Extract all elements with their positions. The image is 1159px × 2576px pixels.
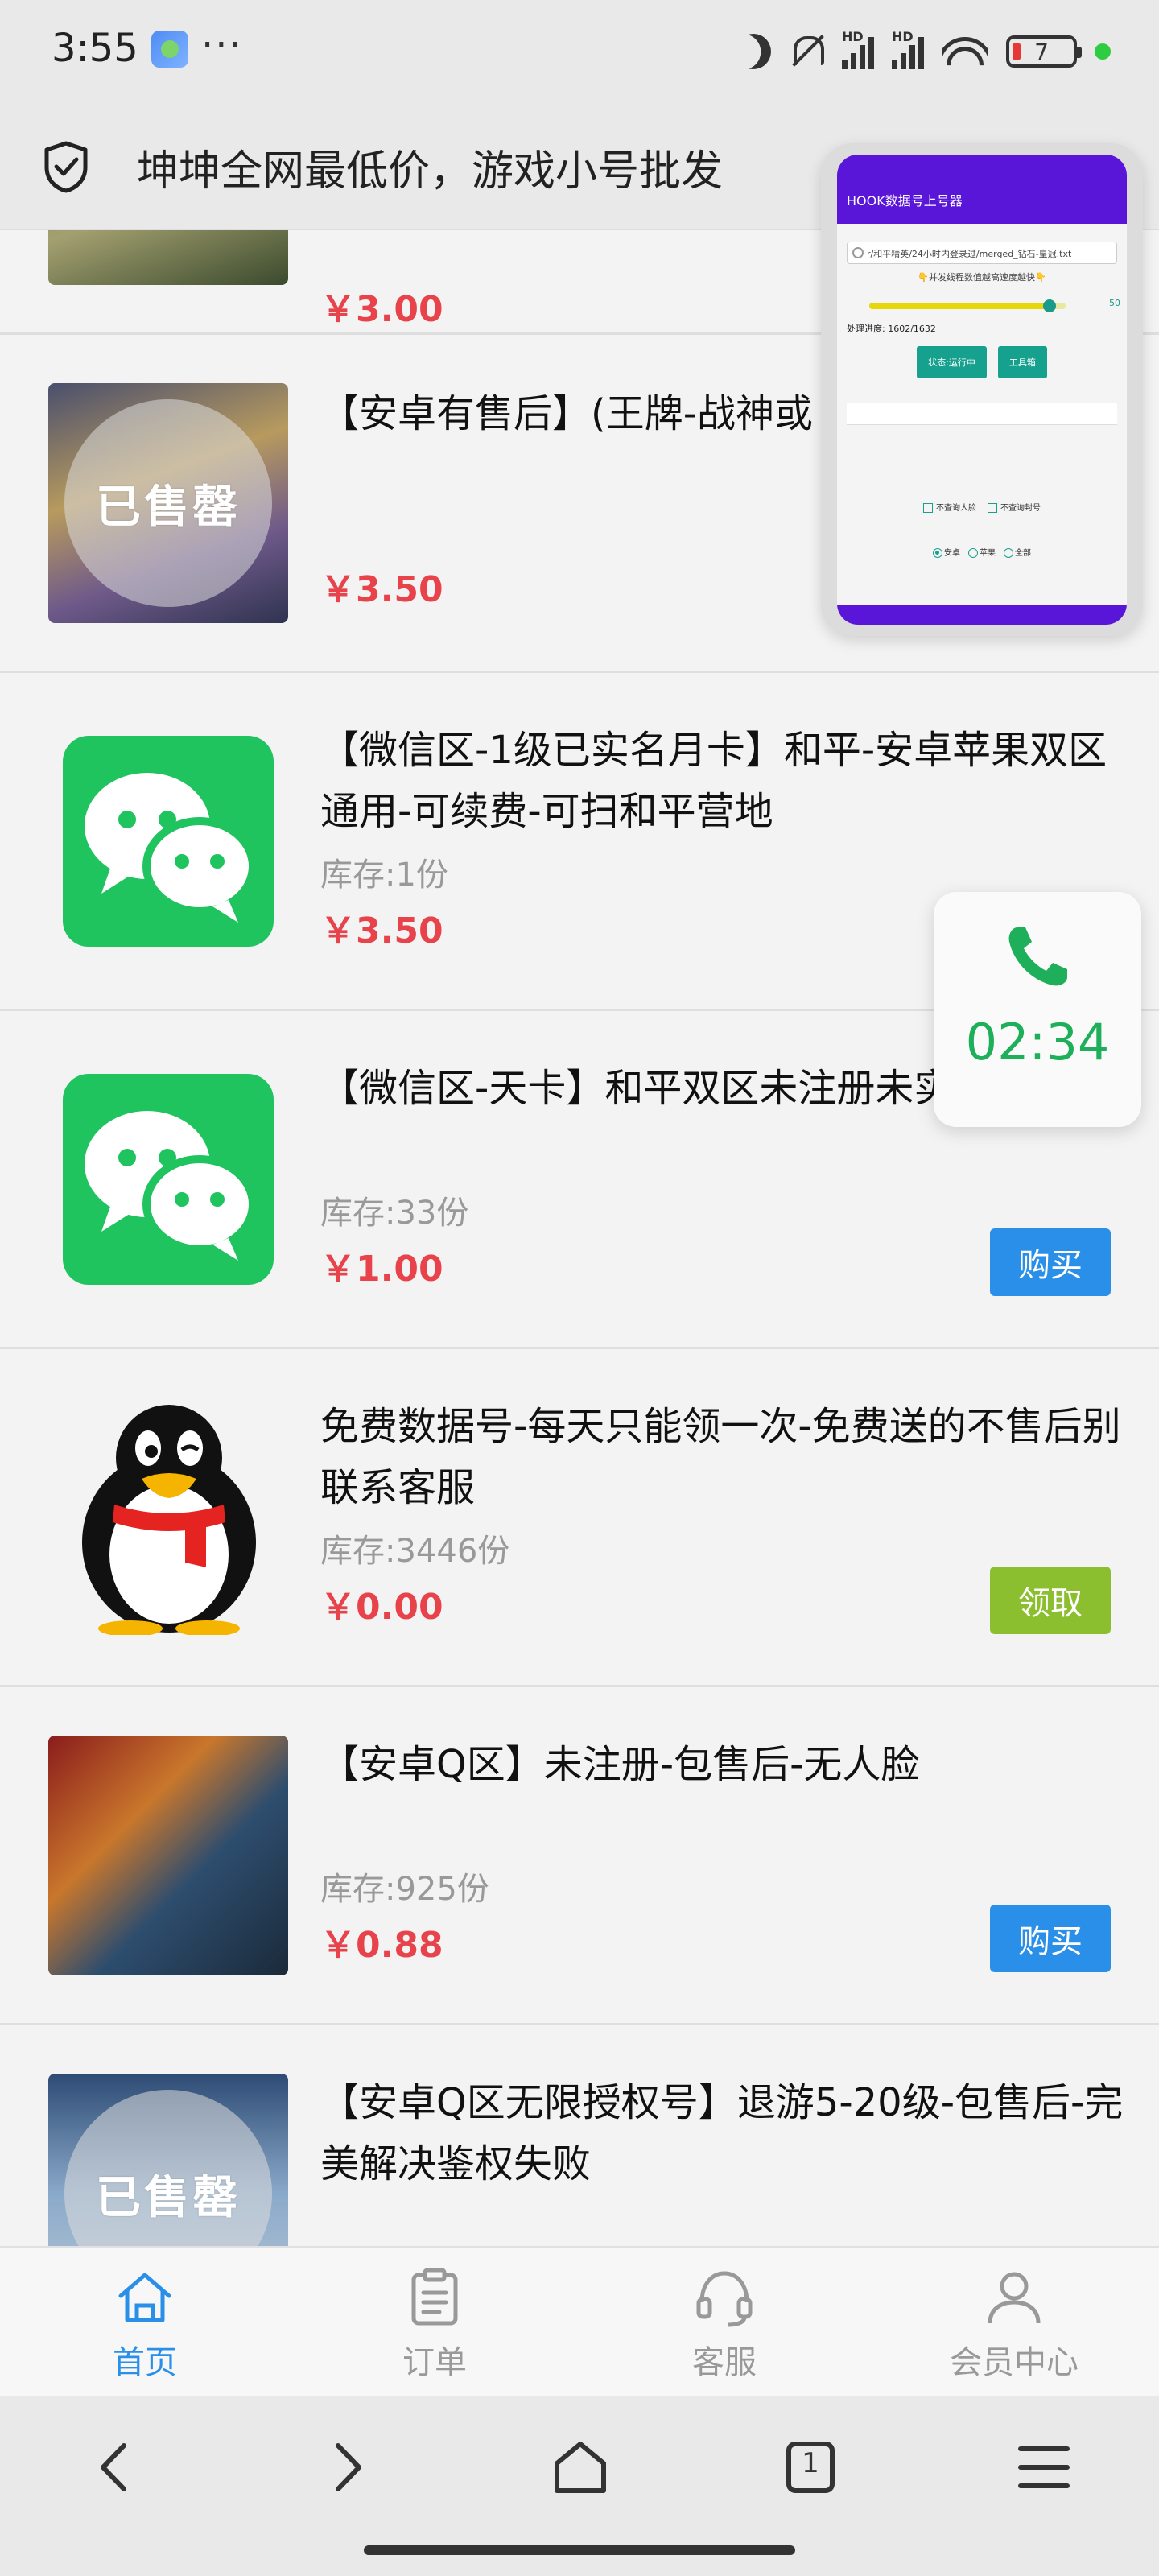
status-time: 3:55: [52, 26, 138, 71]
list-item[interactable]: 免费数据号-每天只能领一次-免费送的不售后别联系客服 库存:3446份 ￥0.0…: [0, 1349, 1159, 1687]
check-options: 不查询人脸 不查询封号: [837, 501, 1127, 513]
call-duration: 02:34: [965, 1013, 1110, 1071]
slider-handle[interactable]: [1043, 299, 1057, 312]
price: ￥3.50: [320, 910, 443, 952]
stock-count: 库存:1份: [320, 857, 448, 894]
toolbox-button[interactable]: 工具箱: [997, 346, 1047, 378]
progress-text: 处理进度: 1602/1632: [847, 324, 936, 334]
thread-tip: 👇并发线程数值越高速度越快👇: [918, 272, 1046, 283]
stock-count: 库存:33份: [320, 1195, 469, 1232]
status-icons: HD HD 7: [736, 29, 1111, 74]
phone-icon: [1008, 927, 1067, 986]
clipboard-icon: [411, 2268, 458, 2326]
floating-mini-window[interactable]: HOOK数据号上号器 r/和平精英/24小时内登录过/merged_钻石-皇冠.…: [821, 143, 1143, 636]
slider-value: 50: [1109, 298, 1120, 308]
page-title: 坤坤全网最低价，游戏小号批发: [137, 147, 724, 196]
battery-icon: 7: [1006, 35, 1082, 68]
headset-icon: [696, 2271, 753, 2327]
tab-orders[interactable]: 订单: [290, 2248, 580, 2396]
sold-out-badge: 已售罄: [64, 399, 272, 607]
stock-count: 库存:925份: [320, 1871, 489, 1908]
price: ￥0.00: [320, 1587, 443, 1628]
signal-icon-2: HD: [892, 29, 924, 69]
home-indicator[interactable]: [364, 2545, 795, 2555]
list-item[interactable]: 已售罄 【安卓Q区无限授权号】退游5-20级-包售后-完美解决鉴权失败: [0, 2025, 1159, 2246]
checkbox-no-face[interactable]: 不查询人脸: [923, 501, 976, 513]
app-notification-icon: [151, 31, 188, 68]
status-bar: 3:55 ··· HD HD 7: [0, 0, 1159, 105]
product-title[interactable]: 【安卓Q区无限授权号】退游5-20级-包售后-完美解决鉴权失败: [320, 2072, 1125, 2194]
tab-label: 会员中心: [950, 2344, 1079, 2381]
slider-fill: [869, 303, 1050, 309]
back-icon[interactable]: [79, 2431, 151, 2504]
claim-button[interactable]: 领取: [990, 1567, 1111, 1634]
shield-check-icon: [44, 141, 88, 193]
more-notifications-icon: ···: [201, 23, 243, 68]
tab-label: 订单: [402, 2344, 467, 2381]
tab-count: 1: [802, 2447, 819, 2479]
radio-all[interactable]: 全部: [1004, 546, 1031, 558]
do-not-disturb-icon: [731, 29, 776, 74]
tab-support[interactable]: 客服: [580, 2248, 869, 2396]
checkbox-no-ban[interactable]: 不查询封号: [988, 501, 1041, 513]
buy-button[interactable]: 购买: [990, 1228, 1111, 1296]
platform-radios: 安卓 苹果 全部: [837, 546, 1127, 558]
list-item[interactable]: 【安卓Q区】未注册-包售后-无人脸 库存:925份 ￥0.88 购买: [0, 1687, 1159, 2025]
product-thumbnail: 已售罄: [48, 383, 288, 623]
mini-window-buttons: 状态:运行中 工具箱: [837, 346, 1127, 378]
status-button[interactable]: 状态:运行中: [917, 346, 987, 378]
mini-window-content: HOOK数据号上号器 r/和平精英/24小时内登录过/merged_钻石-皇冠.…: [837, 155, 1127, 625]
forward-icon[interactable]: [311, 2431, 383, 2504]
radio-apple[interactable]: 苹果: [968, 546, 996, 558]
wechat-icon: [63, 1074, 274, 1285]
stock-count: 库存:3446份: [320, 1533, 510, 1570]
home-icon: [118, 2273, 171, 2322]
file-path-field[interactable]: r/和平精英/24小时内登录过/merged_钻石-皇冠.txt: [847, 242, 1117, 264]
product-thumbnail: [48, 1736, 288, 1975]
user-icon: [988, 2272, 1041, 2324]
wifi-icon: [942, 34, 988, 69]
price: ￥1.00: [320, 1249, 443, 1290]
product-thumbnail: [48, 230, 288, 285]
wechat-icon: [63, 736, 274, 947]
mute-bell-icon: [789, 33, 824, 70]
thread-slider[interactable]: 50: [869, 298, 1120, 312]
radio-android[interactable]: 安卓: [933, 546, 960, 558]
product-title[interactable]: 免费数据号-每天只能领一次-免费送的不售后别联系客服: [320, 1396, 1125, 1518]
sold-out-badge: 已售罄: [64, 2090, 272, 2246]
product-thumbnail: 已售罄: [48, 2074, 288, 2246]
home-nav-icon[interactable]: [544, 2431, 617, 2504]
tab-home[interactable]: 首页: [0, 2248, 290, 2396]
buy-button[interactable]: 购买: [990, 1905, 1111, 1972]
product-title[interactable]: 【微信区-1级已实名月卡】和平-安卓苹果双区通用-可续费-可扫和平营地: [320, 720, 1125, 842]
price: ￥3.50: [320, 569, 443, 610]
call-timer-widget[interactable]: 02:34: [934, 892, 1141, 1127]
tab-label: 首页: [113, 2344, 177, 2381]
log-area: [847, 402, 1117, 425]
tabs-button[interactable]: 1: [774, 2431, 847, 2504]
price: ￥3.00: [320, 289, 443, 330]
tab-label: 客服: [692, 2344, 757, 2381]
signal-icon: HD: [842, 29, 874, 69]
mini-window-footer: [837, 605, 1127, 625]
qq-penguin-icon: [82, 1405, 256, 1635]
product-title[interactable]: 【安卓Q区】未注册-包售后-无人脸: [320, 1734, 1125, 1795]
tab-member[interactable]: 会员中心: [869, 2248, 1159, 2396]
bottom-tab-bar: 首页 订单 客服 会员中心: [0, 2246, 1159, 2396]
mini-window-title: HOOK数据号上号器: [837, 155, 1127, 224]
privacy-indicator: [1095, 43, 1111, 60]
menu-icon[interactable]: [1008, 2431, 1080, 2504]
price: ￥0.88: [320, 1925, 443, 1966]
